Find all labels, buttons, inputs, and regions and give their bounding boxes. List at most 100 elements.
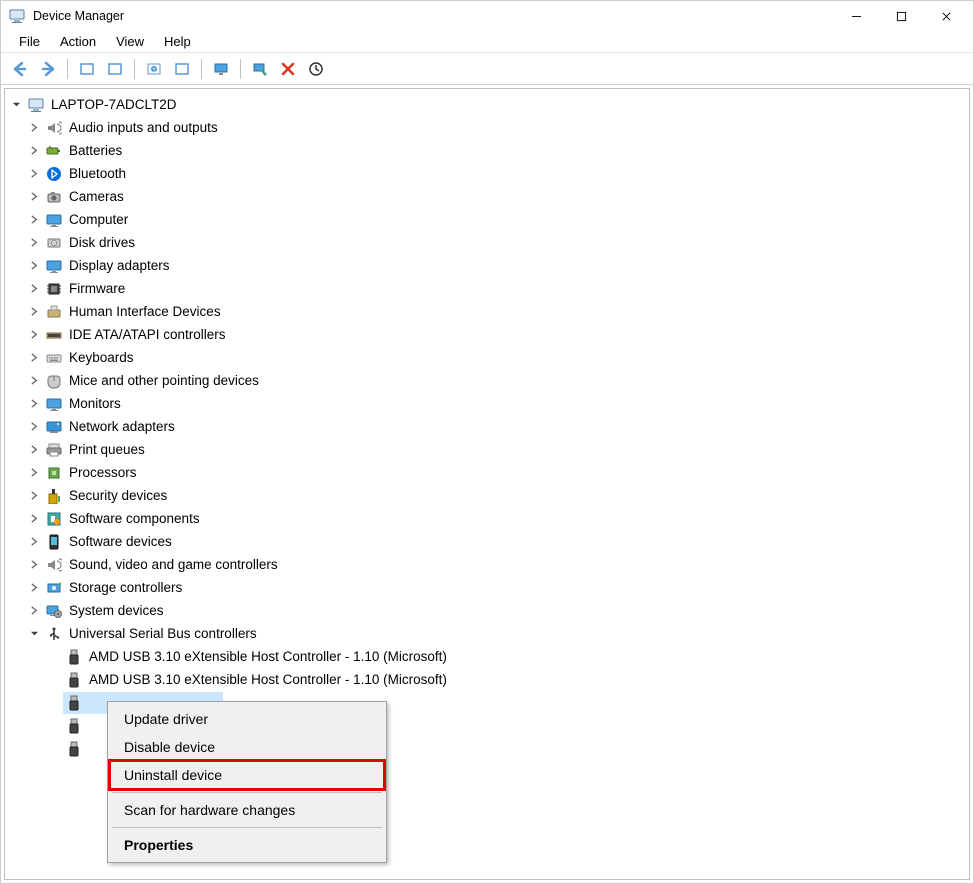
tree-category[interactable]: Disk drives [9,231,969,254]
device-manager-window: Device Manager File Action View Help [0,0,974,884]
tree-category-label: Monitors [69,393,121,415]
network-icon [45,418,63,436]
caret-right-icon[interactable] [27,466,41,480]
caret-right-icon[interactable] [27,236,41,250]
system-icon [45,602,63,620]
app-icon [9,8,25,24]
caret-right-icon[interactable] [27,282,41,296]
tree-device-usb[interactable]: AMD USB 3.10 eXtensible Host Controller … [9,645,969,668]
caret-right-icon[interactable] [27,259,41,273]
tree-category-label: Audio inputs and outputs [69,117,218,139]
context-menu-item[interactable]: Update driver [110,705,384,733]
tree-category[interactable]: Processors [9,461,969,484]
tree-category-usb[interactable]: Universal Serial Bus controllers [9,622,969,645]
menu-view[interactable]: View [106,32,154,51]
tree-category-label: Universal Serial Bus controllers [69,623,257,645]
tree-category[interactable]: Human Interface Devices [9,300,969,323]
toolbar-separator [240,59,241,79]
context-menu-item[interactable]: Properties [110,831,384,859]
chip-icon [45,280,63,298]
tb-computer-button[interactable] [208,56,234,82]
caret-down-icon[interactable] [9,98,23,112]
tree-category-label: Software devices [69,531,172,553]
bluetooth-icon [45,165,63,183]
tree-category[interactable]: Network adapters [9,415,969,438]
tree-category-label: Mice and other pointing devices [69,370,259,392]
caret-right-icon[interactable] [27,190,41,204]
tree-category[interactable]: Security devices [9,484,969,507]
monitor-icon [45,211,63,229]
tree-category[interactable]: Bluetooth [9,162,969,185]
tree-category-label: Security devices [69,485,167,507]
caret-right-icon[interactable] [27,305,41,319]
tree-category[interactable]: IDE ATA/ATAPI controllers [9,323,969,346]
tree-category[interactable]: Firmware [9,277,969,300]
caret-right-icon[interactable] [27,489,41,503]
caret-right-icon[interactable] [27,443,41,457]
menu-help[interactable]: Help [154,32,201,51]
security-icon [45,487,63,505]
tree-category[interactable]: Storage controllers [9,576,969,599]
tree-category-label: Batteries [69,140,122,162]
tb-forward-button[interactable] [35,56,61,82]
context-menu-item[interactable]: Uninstall device [110,761,384,789]
caret-right-icon[interactable] [27,374,41,388]
tb-scan-button[interactable] [247,56,273,82]
tb-back-button[interactable] [7,56,33,82]
menu-action[interactable]: Action [50,32,106,51]
tree-category[interactable]: Print queues [9,438,969,461]
context-menu-item[interactable]: Scan for hardware changes [110,796,384,824]
tree-category-label: Disk drives [69,232,135,254]
close-button[interactable] [924,2,969,30]
caret-right-icon[interactable] [27,604,41,618]
storage-icon [45,579,63,597]
tree-category[interactable]: Software components [9,507,969,530]
toolbar-separator [134,59,135,79]
tb-uninstall-button[interactable] [275,56,301,82]
tree-category[interactable]: Software devices [9,530,969,553]
caret-right-icon[interactable] [27,144,41,158]
tb-update-button[interactable] [169,56,195,82]
context-menu-item[interactable]: Disable device [110,733,384,761]
caret-down-icon[interactable] [27,627,41,641]
tree-category[interactable]: Cameras [9,185,969,208]
tree-category[interactable]: Monitors [9,392,969,415]
tree-category-label: Processors [69,462,137,484]
display-icon [45,257,63,275]
context-menu-separator [112,792,382,793]
tree-root[interactable]: LAPTOP-7ADCLT2D [9,93,969,116]
tree-category[interactable]: System devices [9,599,969,622]
tree-category[interactable]: Computer [9,208,969,231]
caret-right-icon[interactable] [27,328,41,342]
caret-right-icon[interactable] [27,213,41,227]
maximize-button[interactable] [879,2,924,30]
tree-category[interactable]: Keyboards [9,346,969,369]
tree-device-usb[interactable]: AMD USB 3.10 eXtensible Host Controller … [9,668,969,691]
caret-right-icon[interactable] [27,581,41,595]
tb-properties-button[interactable] [102,56,128,82]
caret-right-icon[interactable] [27,420,41,434]
caret-right-icon[interactable] [27,121,41,135]
disk-icon [45,234,63,252]
tree-category[interactable]: Sound, video and game controllers [9,553,969,576]
tb-show-hidden-button[interactable] [74,56,100,82]
device-tree[interactable]: LAPTOP-7ADCLT2D Audio inputs and outputs… [5,91,969,762]
tb-stop-button[interactable] [303,56,329,82]
caret-right-icon[interactable] [27,397,41,411]
minimize-button[interactable] [834,2,879,30]
caret-right-icon[interactable] [27,558,41,572]
caret-right-icon[interactable] [27,351,41,365]
tb-help-button[interactable] [141,56,167,82]
tree-category[interactable]: Audio inputs and outputs [9,116,969,139]
caret-right-icon[interactable] [27,535,41,549]
tree-category[interactable]: Mice and other pointing devices [9,369,969,392]
caret-right-icon[interactable] [27,167,41,181]
camera-icon [45,188,63,206]
menu-file[interactable]: File [9,32,50,51]
usb-dev-icon [65,740,83,758]
sound-icon [45,556,63,574]
tree-category-label: Human Interface Devices [69,301,221,323]
tree-category[interactable]: Batteries [9,139,969,162]
tree-category[interactable]: Display adapters [9,254,969,277]
caret-right-icon[interactable] [27,512,41,526]
